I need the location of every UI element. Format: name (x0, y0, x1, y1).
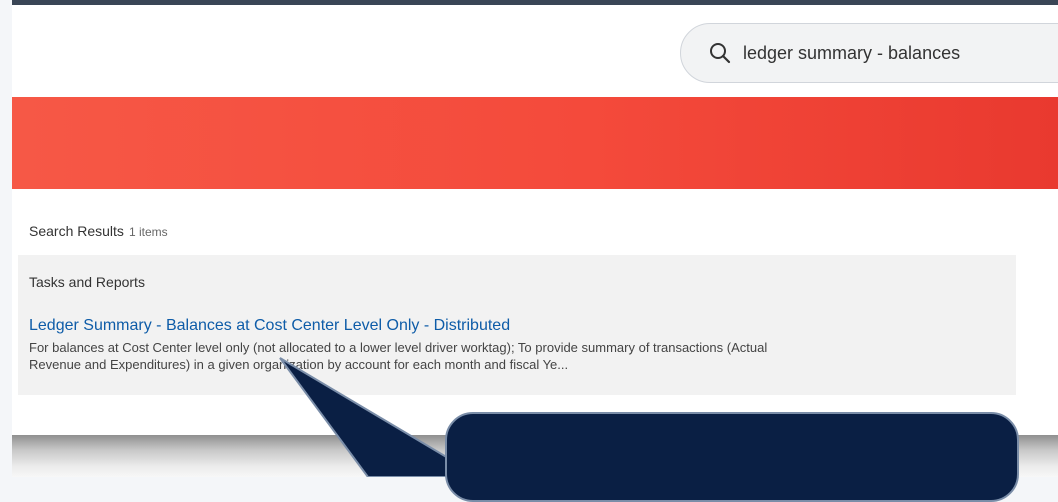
callout-pointer (279, 357, 482, 477)
callout-box (445, 412, 1019, 502)
